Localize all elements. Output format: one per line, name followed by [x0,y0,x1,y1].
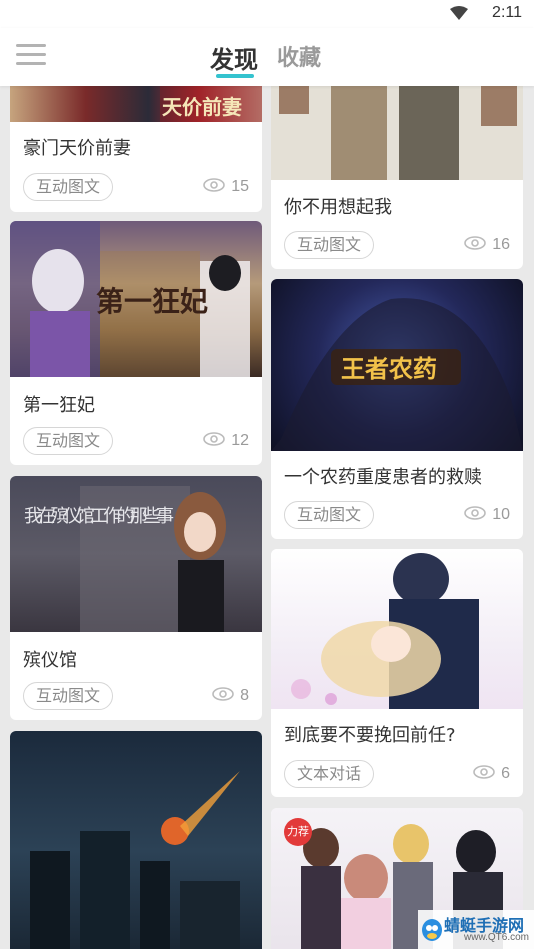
comic-card[interactable]: 我在殡仪馆工作的那些事 殡仪馆 互动图文 8 [10,476,262,720]
card-title: 殡仪馆 [23,650,77,671]
card-title: 第一狂妃 [23,395,95,416]
type-tag: 互动图文 [23,173,114,201]
eye-icon [203,432,226,447]
type-tag: 互动图文 [23,427,114,455]
card-cover-image [271,86,523,180]
card-cover-image: 王者农药 [271,279,523,451]
menu-icon[interactable] [16,44,46,68]
active-tab-indicator [216,74,254,78]
card-title: 你不用想起我 [284,197,392,218]
card-cover-image: 天价前妻 [10,86,262,122]
view-count: 8 [212,682,249,710]
type-tag: 互动图文 [284,501,375,529]
comic-card[interactable]: 王者农药 一个农药重度患者的救赎 互动图文 10 [271,279,523,539]
comic-card[interactable]: 天价前妻 豪门天价前妻 互动图文 15 [10,86,262,212]
status-time: 2:11 [492,4,522,21]
comic-card[interactable] [10,731,262,949]
status-bar: 2:11 [0,0,534,28]
card-cover-image [10,731,262,949]
type-tag: 文本对话 [284,760,375,788]
wifi-icon [450,6,468,20]
dragonfly-logo [422,919,442,941]
site-watermark: 蜻蜓手游网 www.QT6.com [418,910,534,949]
app-header: 发现 收藏 [0,28,534,86]
view-count: 6 [473,760,510,788]
eye-icon [212,687,234,702]
watermark-url: www.QT6.com [464,932,530,943]
tab-discover[interactable]: 发现 [210,40,258,75]
type-tag: 互动图文 [284,231,375,259]
card-title: 到底要不要挽回前任? [284,725,456,746]
tab-favorites[interactable]: 收藏 [277,40,321,72]
eye-icon [473,765,495,780]
eye-icon [203,178,226,193]
eye-icon [464,236,487,251]
card-title: 一个农药重度患者的救赎 [284,467,482,488]
cover-text: 我在殡仪馆工作的那些事 [24,506,174,527]
recommend-badge: 力荐 [284,818,312,846]
view-count: 10 [464,501,510,529]
content-feed[interactable]: 天价前妻 豪门天价前妻 互动图文 15 第一狂妃 第一狂妃 互动图文 12 我在… [0,86,534,949]
card-cover-image [271,549,523,709]
card-title: 豪门天价前妻 [23,138,131,159]
card-cover-image: 第一狂妃 [10,221,262,377]
view-count: 12 [203,427,249,455]
comic-card[interactable]: 到底要不要挽回前任? 文本对话 6 [271,549,523,797]
view-count: 16 [464,231,510,259]
comic-card[interactable]: 第一狂妃 第一狂妃 互动图文 12 [10,221,262,465]
cover-text: 王者农药 [341,355,437,383]
card-cover-image: 我在殡仪馆工作的那些事 [10,476,262,632]
type-tag: 互动图文 [23,682,114,710]
eye-icon [464,506,487,521]
view-count: 15 [203,173,249,201]
cover-text: 第一狂妃 [96,285,208,318]
comic-card[interactable]: 你不用想起我 互动图文 16 [271,86,523,269]
cover-text: 天价前妻 [162,95,242,119]
